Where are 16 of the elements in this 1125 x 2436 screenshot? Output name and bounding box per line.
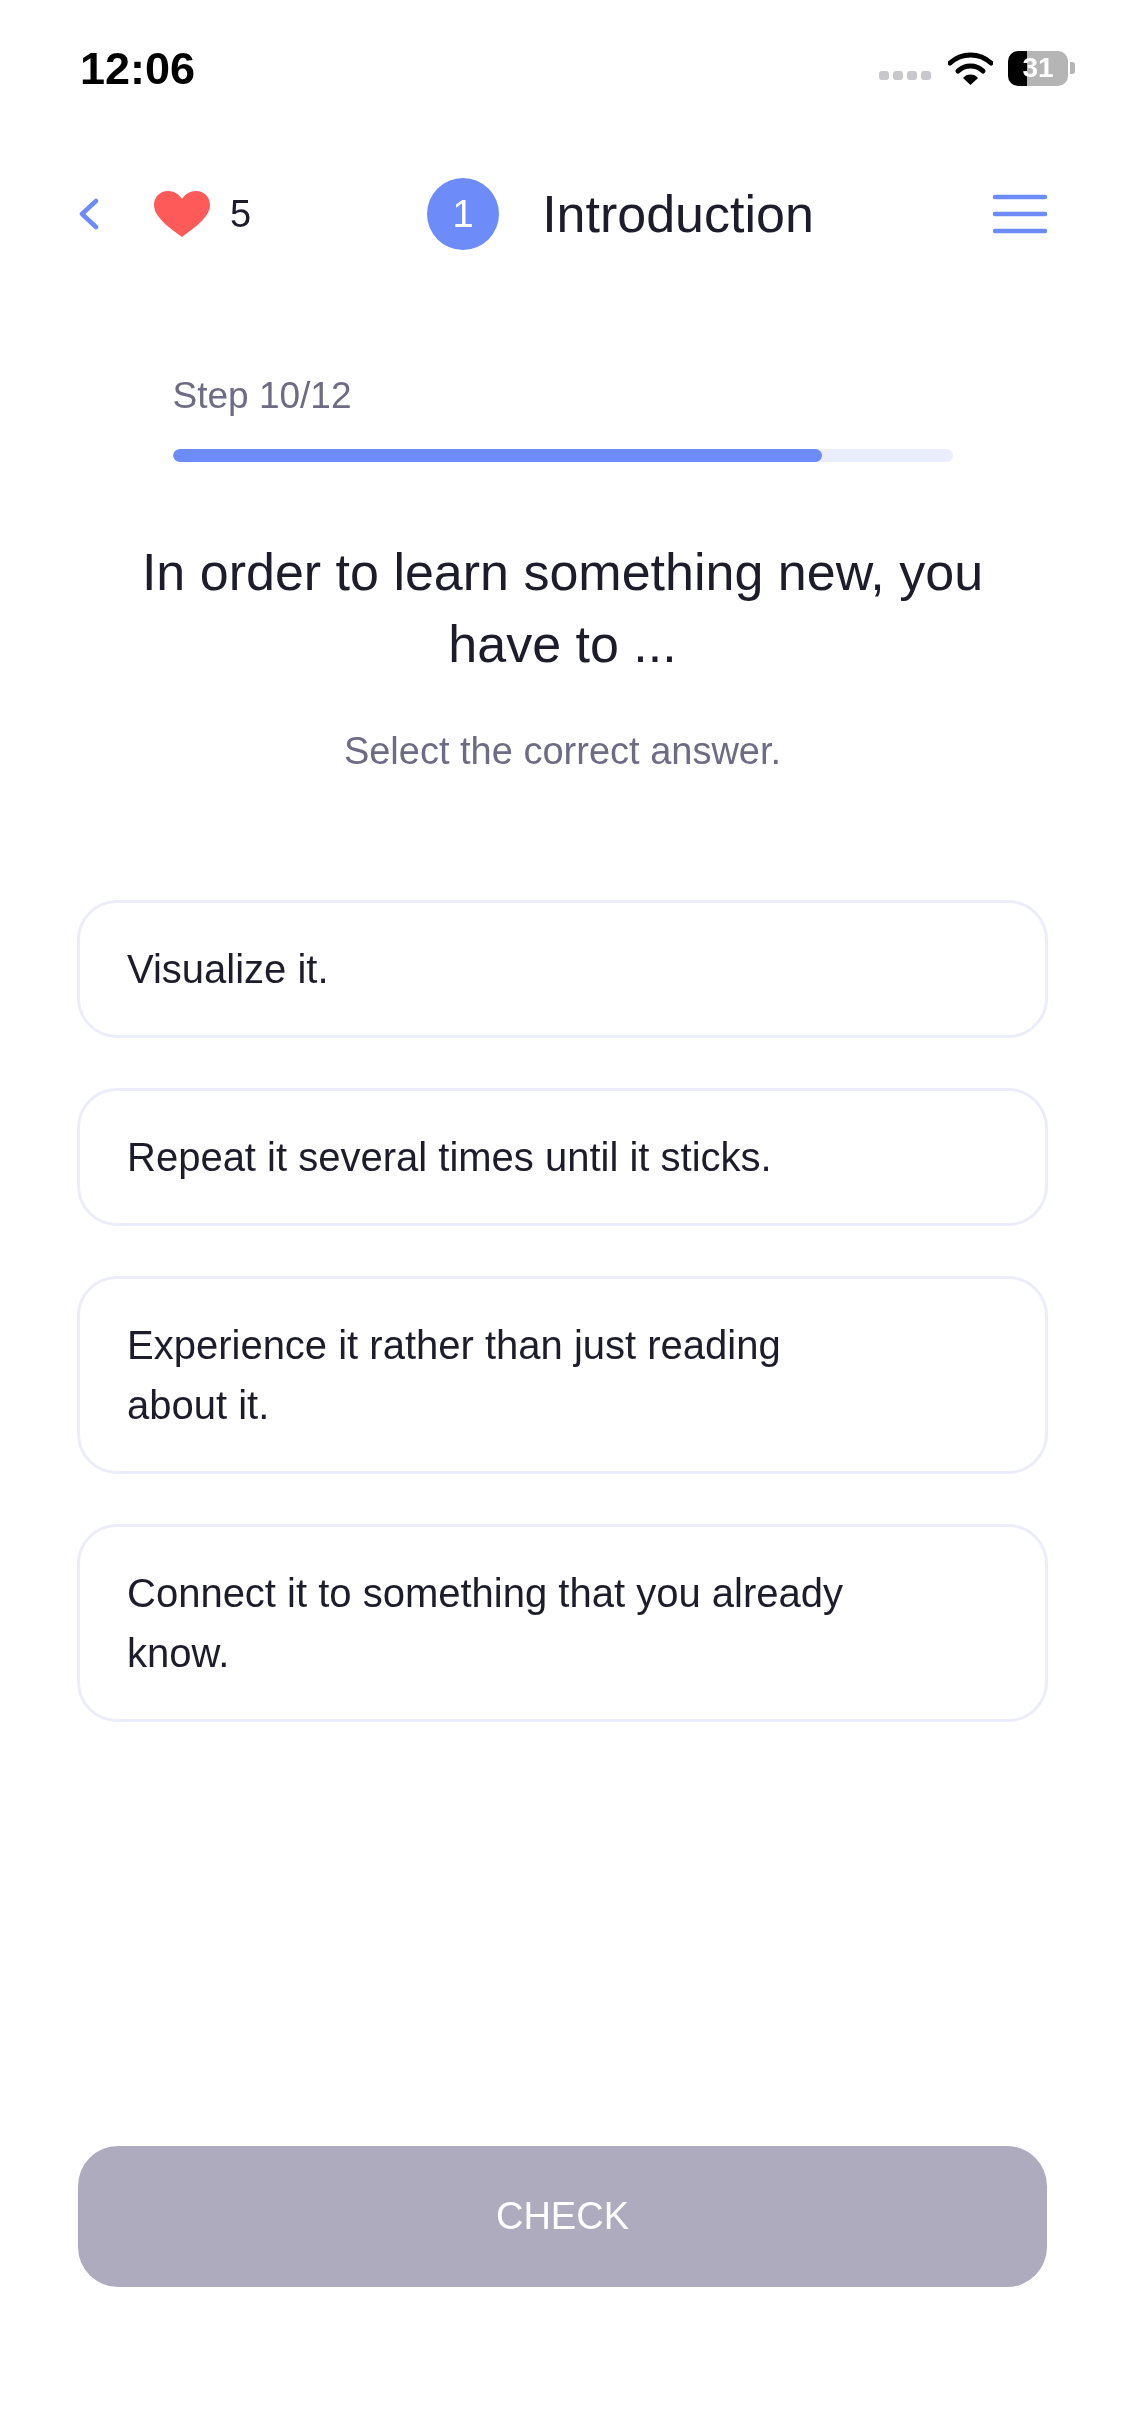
instruction-text: Select the correct answer. — [342, 729, 783, 774]
lesson-title: Introduction — [542, 188, 814, 240]
lives-count: 5 — [230, 195, 252, 233]
wifi-icon — [948, 51, 993, 85]
question-text: In order to learn something new, you have to ... — [140, 542, 985, 675]
status-time: 12:06 — [80, 45, 196, 91]
lesson-number-badge: 1 — [427, 178, 500, 250]
menu-icon[interactable] — [993, 194, 1047, 234]
signal-icon — [879, 70, 931, 80]
answer-option[interactable]: Connect it to something that you already know. — [77, 1524, 1048, 1722]
step-label: Step 10/12 — [172, 374, 353, 418]
heart-icon — [154, 191, 210, 237]
answer-option[interactable]: Visualize it. — [77, 900, 1048, 1038]
answer-option[interactable]: Experience it rather than just reading about it. — [77, 1276, 1048, 1474]
answer-option[interactable]: Repeat it several times until it sticks. — [77, 1088, 1048, 1226]
back-icon[interactable] — [77, 198, 99, 230]
